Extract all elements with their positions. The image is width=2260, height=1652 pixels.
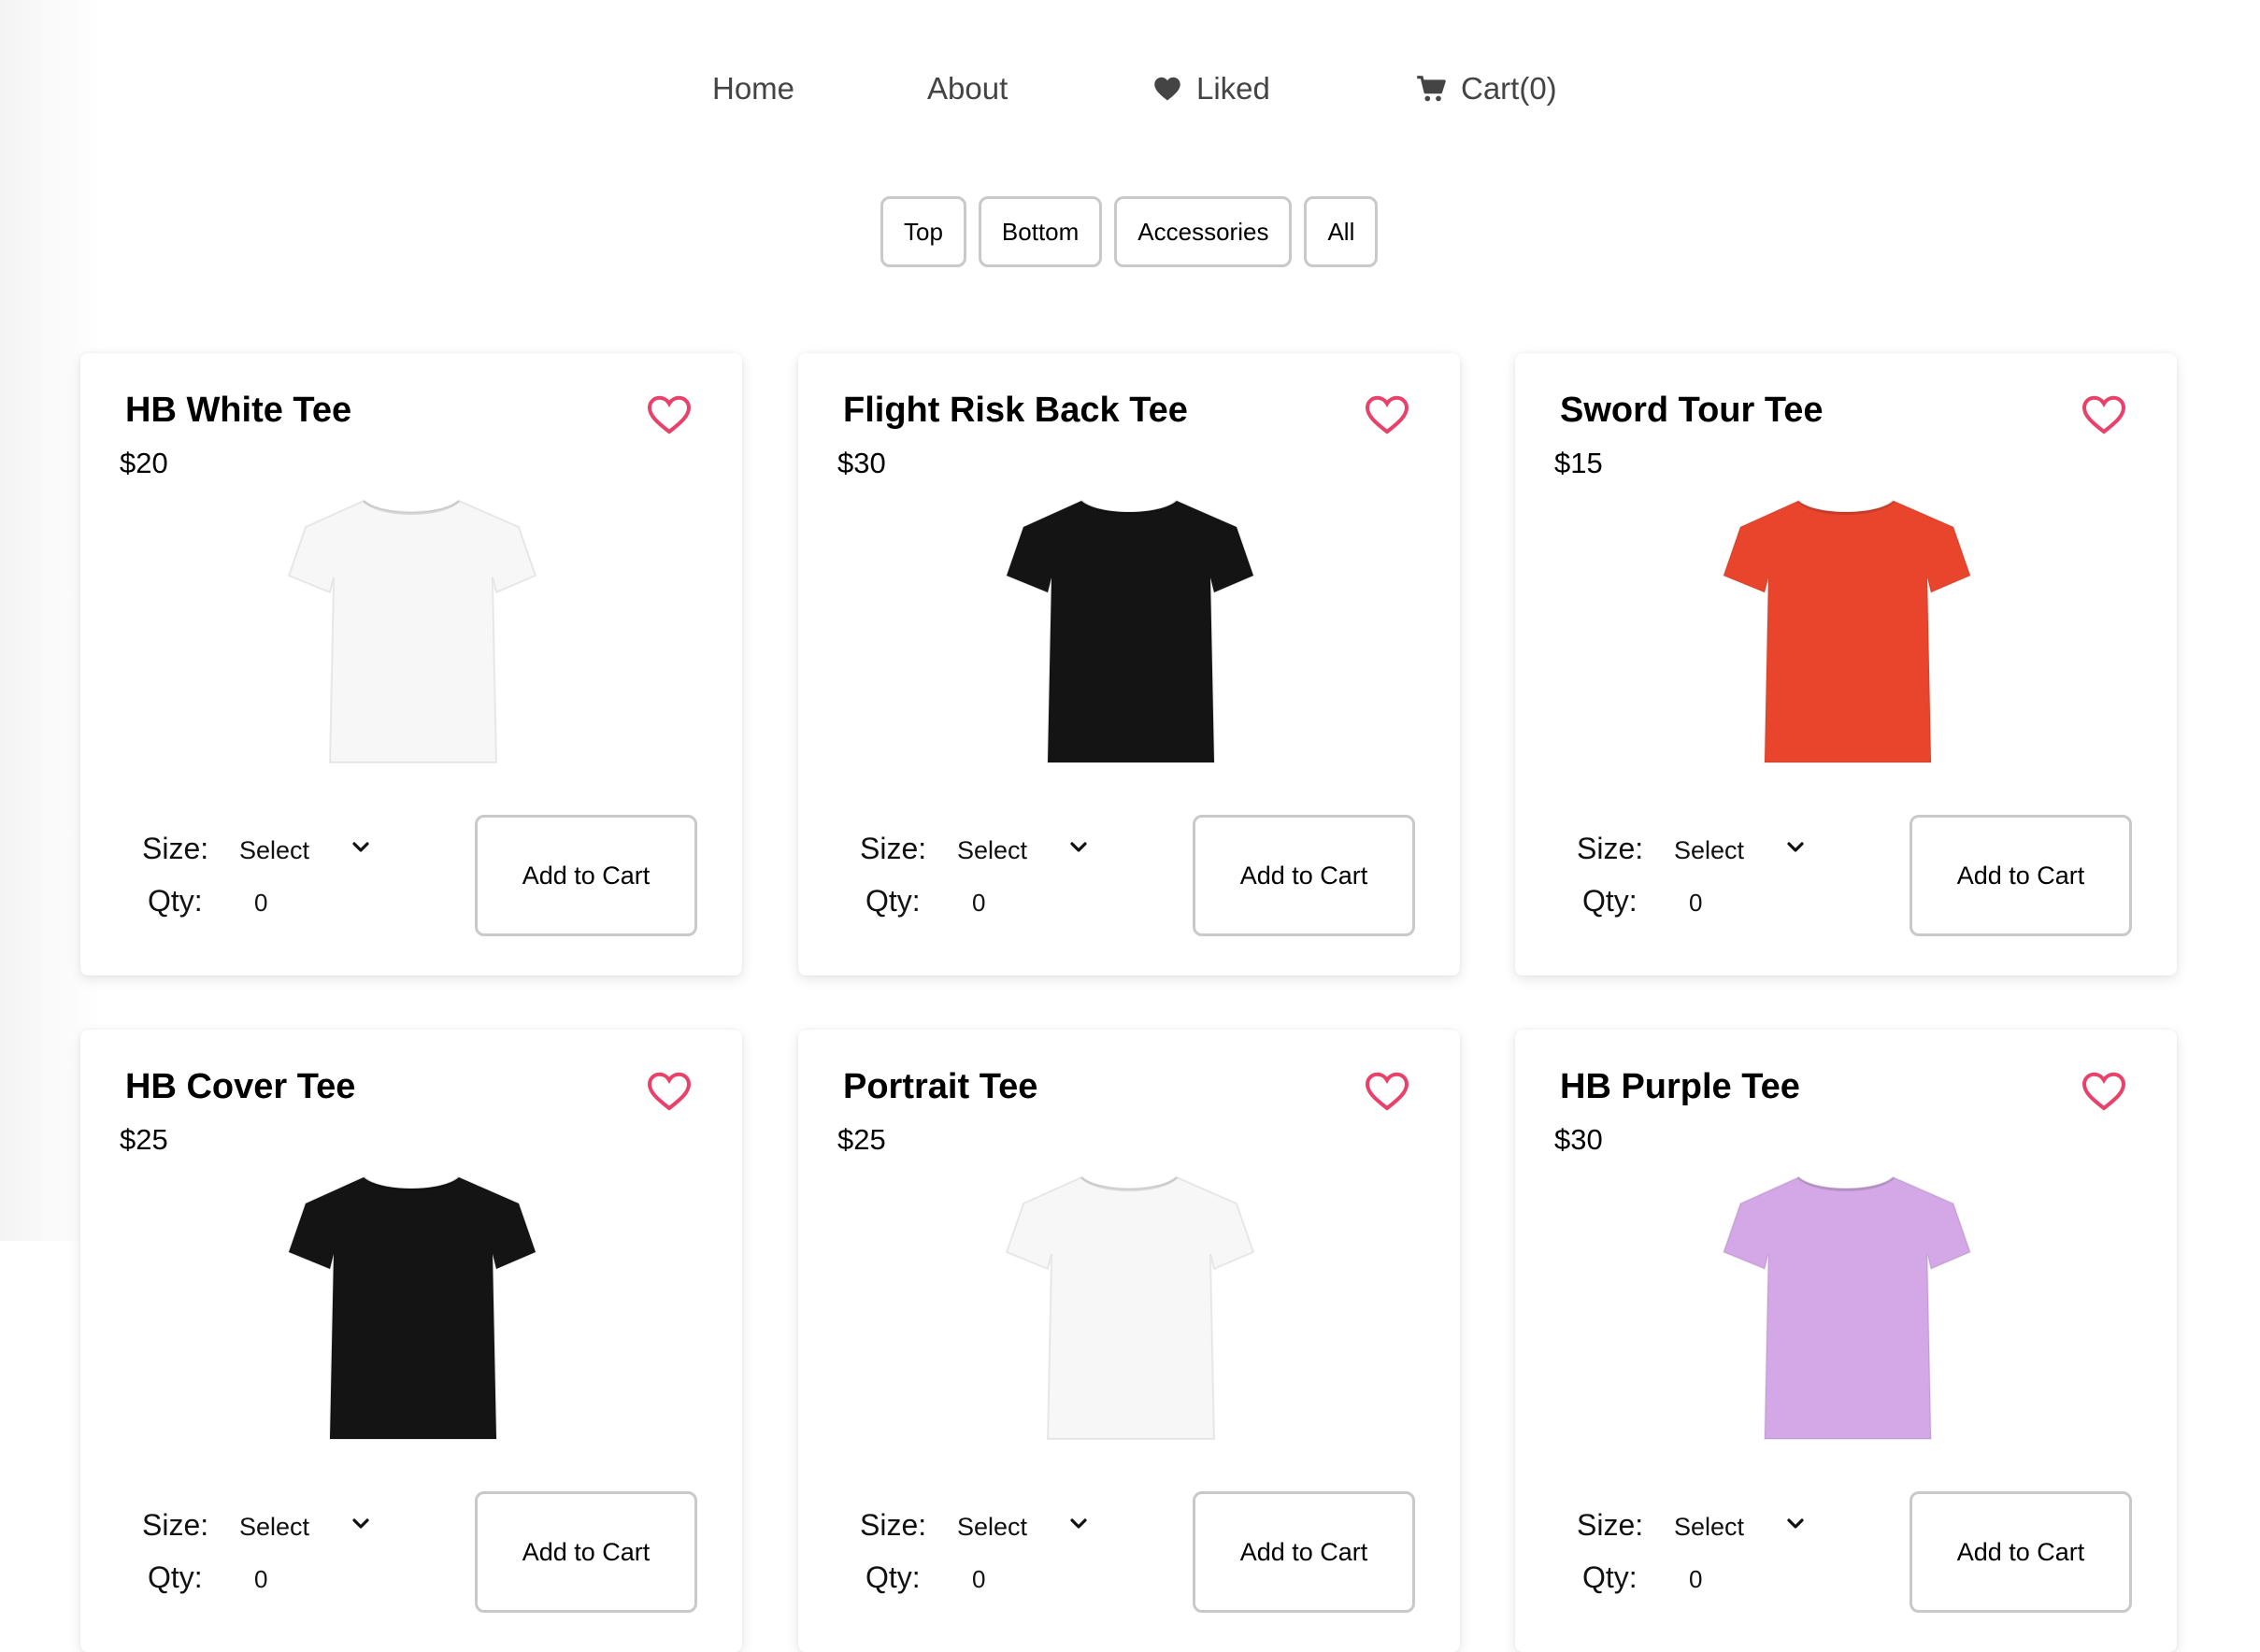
product-card: HB Cover Tee $25 Size: Select Qty: Add t… bbox=[80, 1030, 742, 1652]
nav-home[interactable]: Home bbox=[712, 65, 794, 112]
product-image bbox=[1718, 484, 1974, 764]
chevron-down-icon bbox=[1070, 842, 1087, 852]
product-price: $25 bbox=[837, 1123, 886, 1156]
qty-label: Qty: bbox=[148, 1560, 203, 1594]
nav-liked[interactable]: Liked bbox=[1153, 65, 1270, 112]
product-image bbox=[283, 484, 539, 764]
nav-about-label: About bbox=[927, 71, 1008, 106]
qty-input[interactable] bbox=[254, 882, 320, 923]
heart-outline-icon[interactable] bbox=[1365, 394, 1409, 435]
product-price: $15 bbox=[1554, 447, 1603, 479]
add-to-cart-button[interactable]: Add to Cart bbox=[1193, 815, 1415, 936]
chevron-down-icon bbox=[1787, 1518, 1804, 1529]
qty-label: Qty: bbox=[865, 1560, 921, 1594]
size-select[interactable]: Select bbox=[239, 830, 370, 871]
size-select[interactable]: Select bbox=[239, 1506, 370, 1547]
filter-all-button[interactable]: All bbox=[1304, 196, 1379, 267]
product-price: $20 bbox=[120, 447, 168, 479]
chevron-down-icon bbox=[352, 842, 369, 852]
product-image bbox=[1001, 1161, 1257, 1441]
size-label: Size: bbox=[860, 832, 927, 865]
size-select-value: Select bbox=[1674, 1512, 1745, 1541]
top-nav: Home About Liked Cart(0) bbox=[0, 65, 2260, 112]
add-to-cart-button[interactable]: Add to Cart bbox=[475, 815, 697, 936]
add-to-cart-button[interactable]: Add to Cart bbox=[1910, 815, 2132, 936]
cart-icon bbox=[1417, 76, 1446, 102]
product-image bbox=[1718, 1161, 1974, 1441]
filter-bottom-button[interactable]: Bottom bbox=[978, 196, 1103, 267]
filter-top-button[interactable]: Top bbox=[880, 196, 966, 267]
product-price: $30 bbox=[837, 447, 886, 479]
size-label: Size: bbox=[142, 1508, 209, 1542]
heart-outline-icon[interactable] bbox=[1365, 1071, 1409, 1112]
size-label: Size: bbox=[142, 832, 209, 865]
nav-liked-label: Liked bbox=[1196, 71, 1270, 106]
size-select-value: Select bbox=[239, 1512, 310, 1541]
add-to-cart-button[interactable]: Add to Cart bbox=[1193, 1491, 1415, 1613]
qty-label: Qty: bbox=[865, 884, 921, 918]
size-select[interactable]: Select bbox=[957, 1506, 1088, 1547]
product-name: HB Purple Tee bbox=[1560, 1067, 1800, 1106]
qty-input[interactable] bbox=[1689, 1559, 1754, 1600]
size-label: Size: bbox=[1577, 832, 1644, 865]
size-select[interactable]: Select bbox=[1674, 1506, 1805, 1547]
heart-icon bbox=[1154, 77, 1180, 101]
product-name: Flight Risk Back Tee bbox=[843, 391, 1188, 430]
add-to-cart-button[interactable]: Add to Cart bbox=[475, 1491, 697, 1613]
qty-label: Qty: bbox=[1582, 1560, 1638, 1594]
product-name: Portrait Tee bbox=[843, 1067, 1038, 1106]
product-price: $25 bbox=[120, 1123, 168, 1156]
nav-cart[interactable]: Cart(0) bbox=[1416, 65, 1557, 112]
size-select[interactable]: Select bbox=[957, 830, 1088, 871]
add-to-cart-button[interactable]: Add to Cart bbox=[1910, 1491, 2132, 1613]
heart-outline-icon[interactable] bbox=[2081, 394, 2126, 435]
product-name: HB White Tee bbox=[125, 391, 352, 430]
product-card: Portrait Tee $25 Size: Select Qty: Add t… bbox=[798, 1030, 1460, 1652]
product-image bbox=[1001, 484, 1257, 764]
size-select-value: Select bbox=[239, 835, 310, 864]
qty-input[interactable] bbox=[1689, 882, 1754, 923]
product-name: HB Cover Tee bbox=[125, 1067, 356, 1106]
nav-cart-label: Cart(0) bbox=[1461, 71, 1557, 106]
heart-outline-icon[interactable] bbox=[2081, 1071, 2126, 1112]
product-name: Sword Tour Tee bbox=[1560, 391, 1824, 430]
product-card: HB Purple Tee $30 Size: Select Qty: Add … bbox=[1515, 1030, 2177, 1652]
product-image bbox=[283, 1161, 539, 1441]
qty-label: Qty: bbox=[1582, 884, 1638, 918]
qty-input[interactable] bbox=[254, 1559, 320, 1600]
size-label: Size: bbox=[1577, 1508, 1644, 1542]
product-card: Sword Tour Tee $15 Size: Select Qty: Add… bbox=[1515, 353, 2177, 976]
product-price: $30 bbox=[1554, 1123, 1603, 1156]
qty-input[interactable] bbox=[972, 1559, 1037, 1600]
size-select-value: Select bbox=[957, 1512, 1028, 1541]
chevron-down-icon bbox=[352, 1518, 369, 1529]
product-card: HB White Tee $20 Size: Select Qty: Add t… bbox=[80, 353, 742, 976]
nav-home-label: Home bbox=[712, 71, 795, 106]
qty-label: Qty: bbox=[148, 884, 203, 918]
size-select-value: Select bbox=[1674, 835, 1745, 864]
filter-accessories-button[interactable]: Accessories bbox=[1114, 196, 1293, 267]
heart-outline-icon[interactable] bbox=[647, 1071, 692, 1112]
size-label: Size: bbox=[860, 1508, 927, 1542]
heart-outline-icon[interactable] bbox=[647, 394, 692, 435]
size-select[interactable]: Select bbox=[1674, 830, 1805, 871]
size-select-value: Select bbox=[957, 835, 1028, 864]
qty-input[interactable] bbox=[972, 882, 1037, 923]
chevron-down-icon bbox=[1787, 842, 1804, 852]
category-filters: Top Bottom Accessories All bbox=[880, 196, 1379, 267]
chevron-down-icon bbox=[1070, 1518, 1087, 1529]
product-card: Flight Risk Back Tee $30 Size: Select Qt… bbox=[798, 353, 1460, 976]
nav-about[interactable]: About bbox=[927, 65, 1008, 112]
